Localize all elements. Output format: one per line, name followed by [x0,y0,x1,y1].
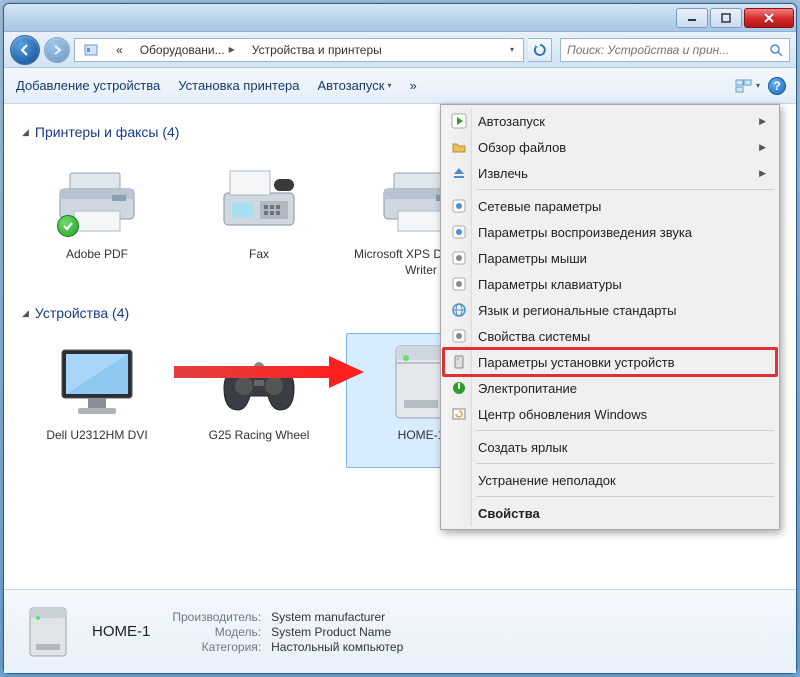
details-key-category: Категория: [172,640,261,654]
tower-icon [450,353,468,371]
context-menu-label: Параметры мыши [478,251,587,266]
breadcrumb-chevron-icon[interactable]: « [108,39,132,61]
context-menu-item[interactable]: Свойства [444,500,776,526]
context-menu-label: Свойства [478,506,540,521]
device-label: Adobe PDF [66,247,128,263]
context-menu-item[interactable]: Язык и региональные стандарты [444,297,776,323]
device-item[interactable]: G25 Racing Wheel [184,333,334,468]
context-menu-label: Извлечь [478,166,528,181]
details-key-manufacturer: Производитель: [172,610,261,624]
autorun-button[interactable]: Автозапуск ▾ [318,78,392,93]
submenu-arrow-icon: ▶ [759,142,766,153]
fax-icon [211,161,307,241]
breadcrumb-item-2[interactable]: Устройства и принтеры [244,39,391,61]
folder-icon [450,138,468,156]
maximize-button[interactable] [710,8,742,28]
eject-icon [450,164,468,182]
back-button[interactable] [10,35,40,65]
gamepad-icon [211,342,307,422]
details-pane: HOME-1 Производитель: System manufacturer… [4,589,796,673]
add-printer-button[interactable]: Установка принтера [178,78,299,93]
search-input[interactable] [567,43,769,57]
command-toolbar: Добавление устройства Установка принтера… [4,68,796,104]
close-button[interactable] [744,8,794,28]
submenu-arrow-icon: ▶ [759,116,766,127]
context-menu-label: Электропитание [478,381,577,396]
submenu-arrow-icon: ▶ [759,168,766,179]
context-menu-item[interactable]: Сетевые параметры [444,193,776,219]
view-options-button[interactable]: ▾ [735,79,760,93]
sound-icon [450,223,468,241]
breadcrumb-item-1[interactable]: Оборудовани...▶ [132,39,244,61]
add-device-button[interactable]: Добавление устройства [16,78,160,93]
device-label: HOME-1 [398,428,445,444]
power-icon [450,379,468,397]
context-menu-label: Параметры клавиатуры [478,277,622,292]
details-val-manufacturer: System manufacturer [271,610,403,624]
context-menu-item[interactable]: Параметры клавиатуры [444,271,776,297]
refresh-button[interactable] [528,38,552,62]
pdf-icon [49,161,145,241]
context-menu-label: Параметры установки устройств [478,355,675,370]
context-menu-item[interactable]: Электропитание [444,375,776,401]
context-menu-separator [476,496,774,497]
more-commands-button[interactable]: » [410,78,417,93]
device-label: Dell U2312HM DVI [46,428,147,444]
context-menu-label: Параметры воспроизведения звука [478,225,692,240]
context-menu-item[interactable]: Автозапуск ▶ [444,108,776,134]
device-item[interactable]: Adobe PDF [22,152,172,287]
window-titlebar [4,4,796,32]
context-menu-label: Центр обновления Windows [478,407,647,422]
keyboard-icon [450,275,468,293]
context-menu-label: Устранение неполадок [478,473,616,488]
details-val-category: Настольный компьютер [271,640,403,654]
search-icon [769,43,783,57]
network-icon [450,197,468,215]
help-button[interactable]: ? [768,77,786,95]
context-menu-separator [476,463,774,464]
monitor-icon [49,342,145,422]
context-menu-separator [476,430,774,431]
context-menu-item[interactable]: Обзор файлов ▶ [444,134,776,160]
context-menu-item[interactable]: Устранение неполадок [444,467,776,493]
globe-icon [450,301,468,319]
device-item[interactable]: Fax [184,152,334,287]
forward-button[interactable] [44,37,70,63]
default-check-icon [57,215,79,237]
details-key-model: Модель: [172,625,261,639]
context-menu-label: Язык и региональные стандарты [478,303,676,318]
details-thumbnail [18,602,78,662]
context-menu-separator [476,189,774,190]
play-icon [450,112,468,130]
address-bar[interactable]: « Оборудовани...▶ Устройства и принтеры … [74,38,524,62]
context-menu-label: Создать ярлык [478,440,567,455]
context-menu-item[interactable]: Параметры воспроизведения звука [444,219,776,245]
details-name: HOME-1 [92,623,150,640]
minimize-button[interactable] [676,8,708,28]
breadcrumb-dropdown-icon[interactable]: ▾ [498,39,523,61]
navigation-bar: « Оборудовани...▶ Устройства и принтеры … [4,32,796,68]
context-menu-item[interactable]: Центр обновления Windows [444,401,776,427]
context-menu-item[interactable]: Извлечь ▶ [444,160,776,186]
context-menu-item[interactable]: Создать ярлык [444,434,776,460]
device-label: G25 Racing Wheel [209,428,310,444]
context-menu-label: Обзор файлов [478,140,566,155]
details-val-model: System Product Name [271,625,403,639]
device-item[interactable]: Dell U2312HM DVI [22,333,172,468]
update-icon [450,405,468,423]
context-menu: Автозапуск ▶ Обзор файлов ▶ Извлечь ▶ Сетевые … [440,104,780,530]
context-menu-label: Сетевые параметры [478,199,601,214]
device-label: Fax [249,247,269,263]
mouse-icon [450,249,468,267]
system-icon [450,327,468,345]
context-menu-label: Свойства системы [478,329,590,344]
search-box[interactable] [560,38,790,62]
context-menu-item[interactable]: Свойства системы [444,323,776,349]
breadcrumb-icon[interactable] [75,39,108,61]
context-menu-item[interactable]: Параметры мыши [444,245,776,271]
context-menu-item[interactable]: Параметры установки устройств [444,349,776,375]
context-menu-label: Автозапуск [478,114,545,129]
